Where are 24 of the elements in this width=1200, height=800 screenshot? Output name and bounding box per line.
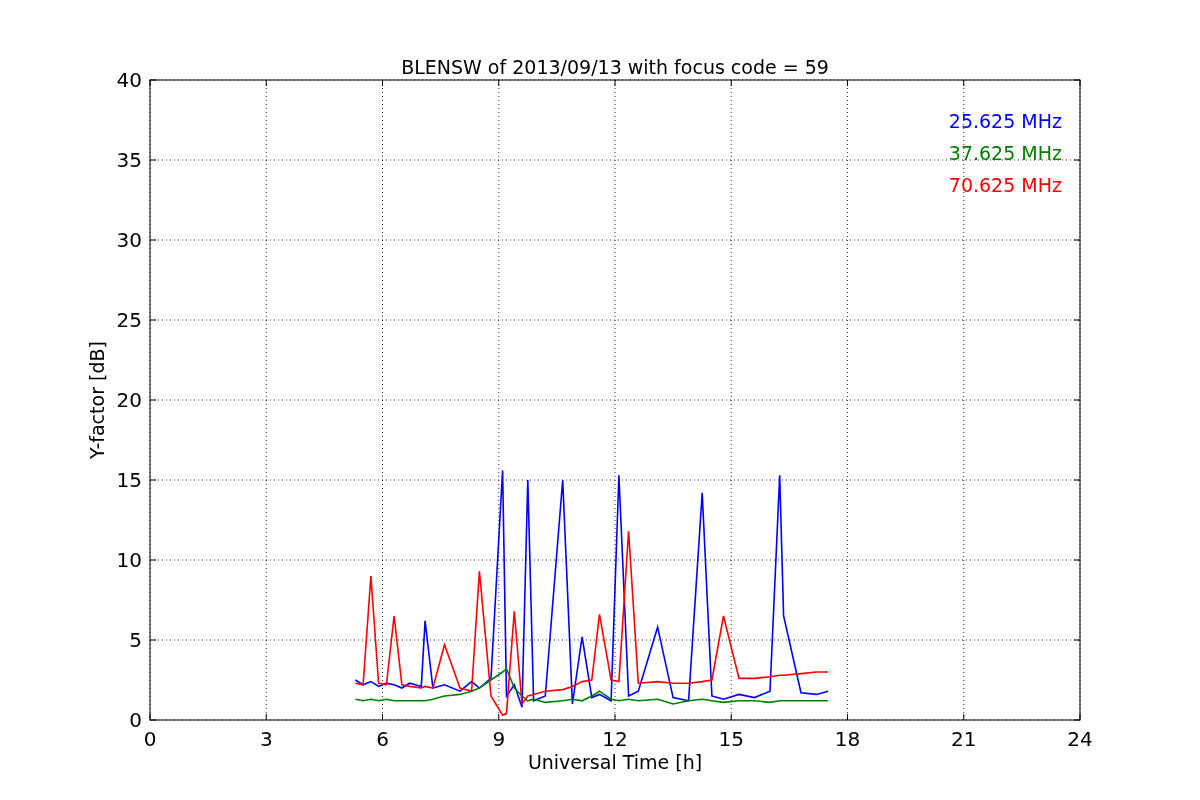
legend-label: 37.625 MHz — [948, 142, 1062, 164]
x-tick-label: 24 — [1067, 727, 1093, 751]
x-tick-label: 15 — [718, 727, 744, 751]
x-tick-label: 9 — [492, 727, 506, 751]
y-tick-label: 40 — [116, 68, 142, 92]
legend-label: 25.625 MHz — [948, 110, 1062, 132]
x-tick-label: 21 — [951, 727, 977, 751]
y-axis-label: Y-factor [dB] — [86, 341, 108, 459]
y-tick-label: 30 — [116, 228, 142, 252]
legend-label: 70.625 MHz — [948, 174, 1062, 196]
y-tick-label: 20 — [116, 388, 142, 412]
y-tick-label: 0 — [129, 708, 142, 732]
y-tick-label: 15 — [116, 468, 142, 492]
x-tick-label: 6 — [376, 727, 389, 751]
y-tick-label: 10 — [116, 548, 142, 572]
x-tick-label: 18 — [834, 727, 861, 751]
chart-title: BLENSW of 2013/09/13 with focus code = 59 — [401, 56, 829, 78]
x-tick-label: 3 — [259, 727, 273, 751]
y-tick-label: 25 — [116, 308, 142, 332]
y-tick-label: 35 — [116, 148, 142, 172]
x-axis-label: Universal Time [h] — [527, 751, 703, 773]
x-tick-label: 0 — [143, 727, 157, 751]
x-tick-label: 12 — [602, 727, 628, 751]
y-tick-label: 5 — [129, 628, 142, 652]
